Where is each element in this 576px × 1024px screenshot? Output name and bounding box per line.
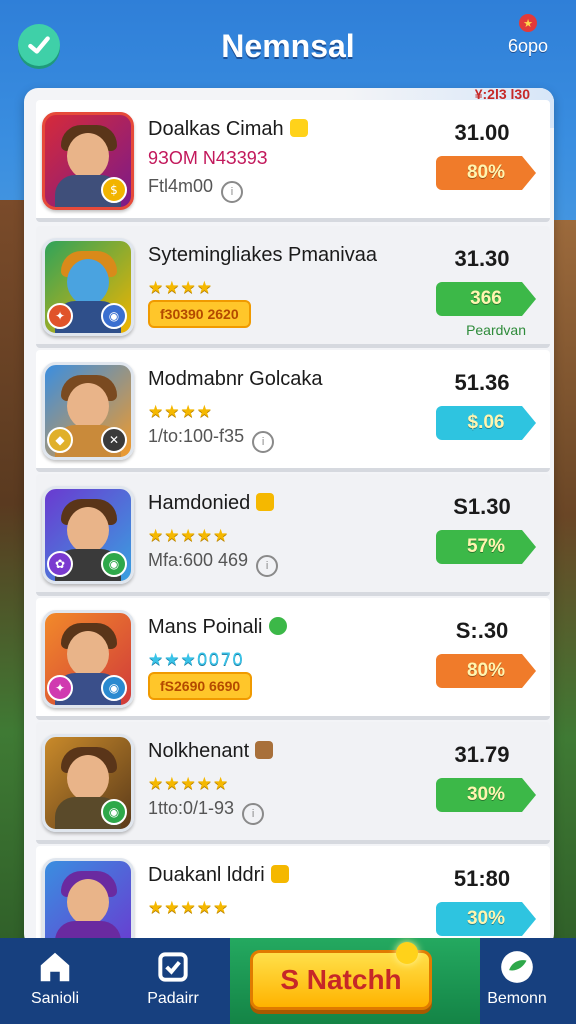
list-item[interactable]: ✿ ◉ Hamdonied ★★★★★ Mfa:600 469 i S1.30 5… [36, 474, 550, 596]
item-pill: f30390 2620 [148, 300, 251, 328]
play-icon [268, 617, 287, 635]
rating-stars: ★★★0070 [148, 650, 244, 670]
rating-stars: ★★★★ [148, 402, 213, 422]
nav-badge-label: Padairr [147, 990, 199, 1007]
item-name-text: Sytemingliakes Pmanivaa [148, 244, 377, 266]
item-name-text: Doalkas Cimah [148, 118, 284, 140]
discount-tag[interactable]: 30% [436, 778, 536, 812]
item-meta: Mfa:600 469 i [148, 550, 279, 577]
item-name-text: Hamdonied [148, 492, 251, 514]
item-name-text: Duakanl lddri [148, 864, 265, 886]
discount-tag[interactable]: 80% [436, 156, 536, 190]
list-item[interactable]: ◆ ✕ Modmabnr Golcaka ★★★★ 1/to:100-f35 i … [36, 350, 550, 472]
nav-right-label: Bemonn [487, 990, 547, 1007]
discount-tag[interactable]: 366 [436, 282, 536, 316]
discount-tag[interactable]: 80% [436, 654, 536, 688]
list-item[interactable]: Duakanl lddri ★★★★★ 51:80 30% [36, 846, 550, 948]
item-price: 31.30 [454, 246, 510, 271]
shield-icon: ◉ [101, 303, 127, 329]
gem-icon: ◆ [47, 427, 73, 453]
item-meta: 1/to:100-f35 i [148, 426, 275, 453]
info-icon[interactable]: i [242, 803, 265, 825]
item-name: Modmabnr Golcaka [148, 368, 323, 391]
badge-icon [158, 952, 188, 982]
item-subtitle: 9ЗOM N4З39З [148, 148, 268, 168]
item-name: Mans Poinali [148, 616, 287, 639]
info-icon[interactable]: i [256, 555, 279, 577]
item-name: Duakanl lddri [148, 864, 289, 887]
item-price: 51.36 [454, 370, 510, 395]
item-avatar: ◆ ✕ [42, 362, 134, 460]
item-meta: Ftl4m00 i [148, 176, 244, 203]
rating-stars: ★★★★★ [148, 774, 230, 794]
item-price: 51:80 [453, 866, 511, 891]
leaf-icon [501, 951, 533, 983]
item-meta: 1tto:0/1-93 i [148, 798, 265, 825]
item-name: Nolkhenant [148, 740, 274, 763]
item-price: 31.79 [454, 742, 510, 767]
item-meta-text: Ftl4m00 [148, 176, 214, 196]
notification-dot-icon: ★ [519, 14, 537, 32]
leaf-icon: ✿ [47, 551, 73, 577]
coin-icon: $ [101, 177, 127, 203]
nav-badge[interactable]: Padairr [128, 948, 218, 1008]
nav-right[interactable]: Bemonn [472, 948, 562, 1008]
item-meta-text: Mfa:600 469 [148, 550, 249, 570]
shield-icon: ◉ [101, 551, 127, 577]
corner-menu[interactable]: ★ 6opo [498, 14, 558, 57]
page-title: Nemnsal [221, 28, 355, 64]
info-icon[interactable]: i [221, 181, 244, 203]
home-icon [40, 952, 70, 982]
item-price: S:.30 [455, 618, 509, 643]
discount-tag[interactable]: 30% [436, 902, 536, 936]
list-item[interactable]: ✦ ◉ Sytemingliakes Pmanivaa ★★★★ f30390 … [36, 226, 550, 348]
item-avatar [42, 858, 134, 948]
chest-icon [270, 865, 289, 883]
rating-stars: ★★★★★ [148, 526, 230, 546]
sparkle-icon [396, 942, 418, 964]
rating-stars: ★★★★ [148, 278, 213, 298]
discount-tag[interactable]: $.06 [436, 406, 536, 440]
nav-home-label: Sanioli [30, 990, 80, 1007]
item-name: Hamdonied [148, 492, 275, 515]
magic-icon: ✦ [47, 675, 73, 701]
tag-note: Peardvan [466, 322, 526, 338]
item-name: Doalkas Cimah [148, 118, 308, 141]
sword-icon: ✕ [101, 427, 127, 453]
list-item[interactable]: ◉ Nolkhenant ★★★★★ 1tto:0/1-93 i 31.79 30… [36, 722, 550, 844]
nav-home[interactable]: Sanioli [10, 948, 100, 1008]
crate-icon [255, 741, 274, 759]
item-avatar: $ [42, 112, 134, 210]
list-item[interactable]: $ Doalkas Cimah 9ЗOM N4З39З Ftl4m00 i 31.… [36, 100, 550, 222]
item-name-text: Modmabnr Golcaka [148, 368, 323, 390]
discount-tag[interactable]: 57% [436, 530, 536, 564]
item-name: Sytemingliakes Pmanivaa [148, 244, 377, 267]
gold-icon [289, 119, 308, 137]
item-avatar: ✦ ◉ [42, 238, 134, 336]
info-icon[interactable]: i [252, 431, 275, 453]
item-avatar: ✿ ◉ [42, 486, 134, 584]
item-price: 31.00 [454, 120, 510, 145]
shield-icon: ◉ [101, 799, 127, 825]
list-panel: ¥:2l3 l30 $ Doalkas Cimah 9ЗOM N4З39З Ft… [24, 88, 554, 948]
item-name-text: Nolkhenant [148, 740, 250, 762]
corner-label: 6opo [507, 36, 549, 56]
item-meta-text: 1tto:0/1-93 [148, 798, 235, 818]
item-avatar: ◉ [42, 734, 134, 832]
item-meta-text: 1/to:100-f35 [148, 426, 245, 446]
rating-stars: ★★★★★ [148, 898, 230, 918]
bottom-nav: Sanioli Padairr S Natchh Bemonn [0, 938, 576, 1024]
item-name-text: Mans Poinali [148, 616, 263, 638]
shield-icon: ◉ [101, 675, 127, 701]
item-avatar: ✦ ◉ [42, 610, 134, 708]
item-pill: fS2690 6690 [148, 672, 253, 700]
fire-icon: ✦ [47, 303, 73, 329]
list-item[interactable]: ✦ ◉ Mans Poinali ★★★0070 fS2690 6690 S:.… [36, 598, 550, 720]
chest-icon [256, 493, 275, 511]
header: Nemnsal ★ 6opo [0, 0, 576, 95]
item-price: S1.30 [453, 494, 511, 519]
